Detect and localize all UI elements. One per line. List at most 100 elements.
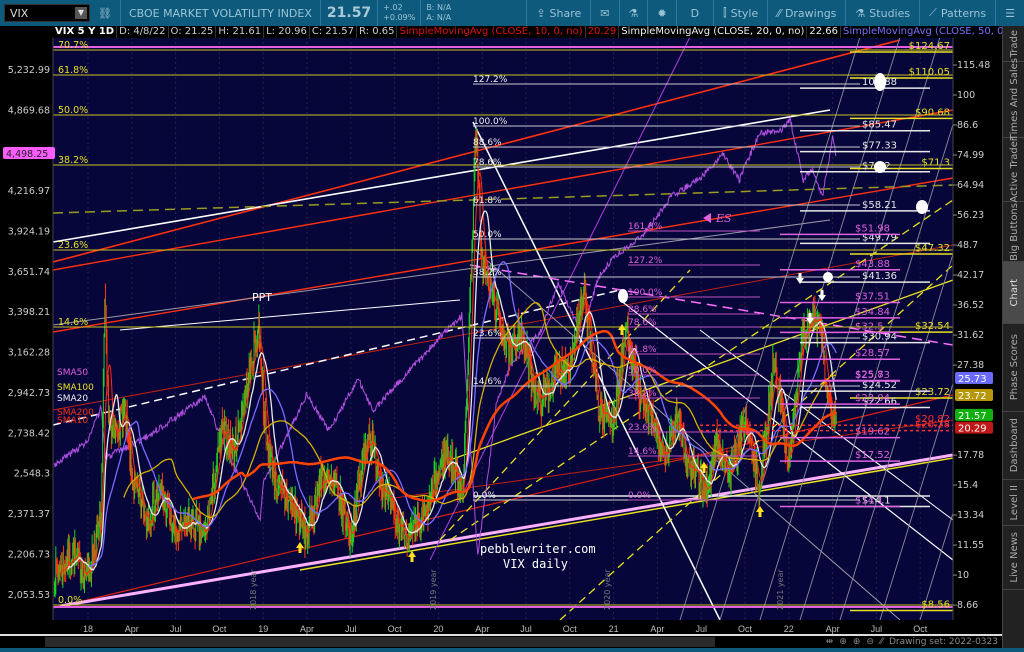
tab-label: Times And Sales — [1008, 58, 1020, 141]
tab-live-news[interactable]: Live News — [1003, 526, 1024, 590]
patterns-button[interactable]: ⟋ Patterns — [920, 0, 997, 26]
pan-icon[interactable]: ⇹ — [826, 637, 834, 647]
red-level-label: $20.28 — [915, 420, 950, 431]
tab-times-and-sales[interactable]: Times And Sales — [1003, 58, 1024, 141]
drawing-set[interactable]: Drawing set: 2022-0323 — [889, 637, 998, 647]
magenta-level-label: $28.57 — [855, 348, 890, 359]
sma-legend-label: SMA100 — [57, 383, 94, 393]
price-chart[interactable]: $124.67$110.05$90.68$71.3$47.32$32.54$23… — [0, 0, 1024, 652]
flask-button[interactable]: ⚗ — [620, 0, 649, 26]
bid: B: N/A — [426, 3, 452, 12]
year-marker: 2019 year — [429, 569, 438, 610]
link-icon[interactable]: ⛓ — [98, 7, 112, 20]
x-tick-label: Oct — [388, 624, 403, 634]
left-tick-label: 5,232.99 — [8, 65, 50, 76]
sma10-label[interactable]: SimpleMovingAvg (CLOSE, 10, 0, no) — [397, 26, 586, 38]
right-tick-label: 42.17 — [957, 270, 984, 281]
tab-label: Trade — [1008, 29, 1020, 58]
left-tick-label: 2,738.42 — [8, 428, 50, 439]
style-button[interactable]: ⫿ Style — [714, 0, 769, 26]
ask: A: N/A — [426, 13, 452, 22]
period-button[interactable]: D — [677, 0, 715, 26]
price-badge-label: 25.73 — [958, 374, 987, 385]
x-tick-label: Apr — [826, 624, 840, 634]
bar-date: D: 4/8/22 — [117, 26, 169, 38]
period-label: D — [690, 6, 700, 20]
x-tick-label: 19 — [258, 624, 268, 634]
x-tick-label: Oct — [563, 624, 578, 634]
crosshair-icon[interactable]: ⊕ — [839, 637, 847, 647]
fib-left-label: 50.0% — [58, 105, 88, 116]
fib-left-label: 38.2% — [58, 155, 88, 166]
fib-magenta-label: 50.0% — [628, 366, 657, 376]
bar-close: C: 21.57 — [310, 26, 358, 38]
right-tick-label: 10 — [957, 570, 969, 581]
watermark: pebblewriter.com — [480, 542, 596, 556]
es-annotation: ES — [715, 212, 732, 225]
right-tick-label: 100 — [957, 90, 975, 101]
fib-magenta-label: 23.6% — [628, 423, 657, 433]
drawings-button[interactable]: ⁄⁄ Drawings — [768, 0, 847, 26]
magenta-level-label: $19.62 — [855, 427, 890, 438]
last-price: 21.57 — [326, 5, 372, 21]
tab-chart[interactable]: Chart — [1003, 262, 1024, 324]
zoom-out-icon[interactable]: ⊖ — [866, 637, 874, 647]
settings-button[interactable]: ✹ — [648, 0, 677, 26]
tab-big-buttons[interactable]: Big Buttons — [1003, 202, 1024, 262]
marker-dot-icon — [618, 289, 628, 303]
symbol-input[interactable]: VIX ▼ — [4, 4, 90, 22]
fib-white-label: 14.6% — [473, 377, 502, 387]
bar-high: H: 21.61 — [216, 26, 265, 38]
right-tick-label: 64.94 — [957, 180, 984, 191]
toolbar: VIX ▼ ⛓ CBOE MARKET VOLATILITY INDEX 21.5… — [0, 0, 1024, 26]
message-button[interactable]: ✉ — [591, 0, 620, 26]
right-tick-label: 17.78 — [957, 450, 984, 461]
studies-button[interactable]: ⚗ Studies — [846, 0, 921, 26]
fib-magenta-label: 127.2% — [628, 256, 663, 266]
sma50-label[interactable]: SimpleMovingAvg (CLOSE, 50, 0, no) — [841, 26, 1024, 38]
fib-left-label: 0.0% — [58, 595, 82, 606]
yellow-level-label: $71.3 — [921, 158, 950, 169]
chevron-down-icon[interactable]: ▼ — [75, 7, 87, 19]
fib-magenta-label: 78.6% — [628, 318, 657, 328]
x-tick-label: Jul — [871, 624, 883, 634]
x-tick-label: Jul — [170, 624, 182, 634]
sma-legend-label: SMA50 — [57, 368, 88, 378]
x-tick-label: Jul — [520, 624, 532, 634]
tab-phase-scores[interactable]: Phase Scores — [1003, 324, 1024, 412]
x-tick-label: Apr — [475, 624, 489, 634]
magenta-level-label: $37.51 — [855, 291, 890, 302]
fib-white-label: 50.0% — [473, 230, 502, 240]
menu-button[interactable]: ☰ — [996, 0, 1024, 26]
zoom-in-icon[interactable]: ⊕ — [853, 637, 861, 647]
fib-magenta-label: 14.6% — [628, 447, 657, 457]
share-button[interactable]: ⇪ Share — [526, 0, 592, 26]
flask-icon: ⚗ — [855, 6, 866, 20]
white-level-label: $77.33 — [862, 141, 897, 152]
year-marker: 2020 year — [603, 569, 612, 610]
drawing-icon[interactable]: ⁄⁄ — [880, 637, 883, 647]
horizontal-scrollbar[interactable] — [45, 637, 715, 647]
left-tick-label: 2,548.3 — [14, 469, 50, 480]
tab-trade[interactable]: Trade — [1003, 26, 1024, 62]
message-icon: ✉ — [600, 6, 610, 20]
yellow-level-label: $47.32 — [915, 243, 950, 254]
x-tick-label: Apr — [300, 624, 314, 634]
tab-active-trader[interactable]: Active Trader — [1003, 137, 1024, 202]
fib-magenta-label: 61.8% — [628, 345, 657, 355]
menu-icon: ☰ — [1005, 6, 1015, 20]
white-level-label: $58.21 — [862, 200, 897, 211]
left-tick-label: 2,371.37 — [8, 509, 50, 520]
sma-legend-label: SMA10 — [57, 416, 88, 426]
right-tick-label: 11.55 — [957, 540, 984, 551]
chart-info-bar: VIX 5 Y 1D D: 4/8/22 O: 21.25 H: 21.61 L… — [53, 26, 1024, 38]
sma20-label[interactable]: SimpleMovingAvg (CLOSE, 20, 0, no) — [619, 26, 808, 38]
tab-level-ii[interactable]: Level II — [1003, 480, 1024, 526]
tab-dashboard[interactable]: Dashboard — [1003, 412, 1024, 480]
x-tick-label: Jul — [345, 624, 357, 634]
x-tick-label: Oct — [913, 624, 928, 634]
left-tick-label: 4,869.68 — [8, 105, 50, 116]
right-tick-label: 31.62 — [957, 330, 984, 341]
x-tick-label: 18 — [83, 624, 93, 634]
marker-dot-icon — [874, 161, 886, 173]
